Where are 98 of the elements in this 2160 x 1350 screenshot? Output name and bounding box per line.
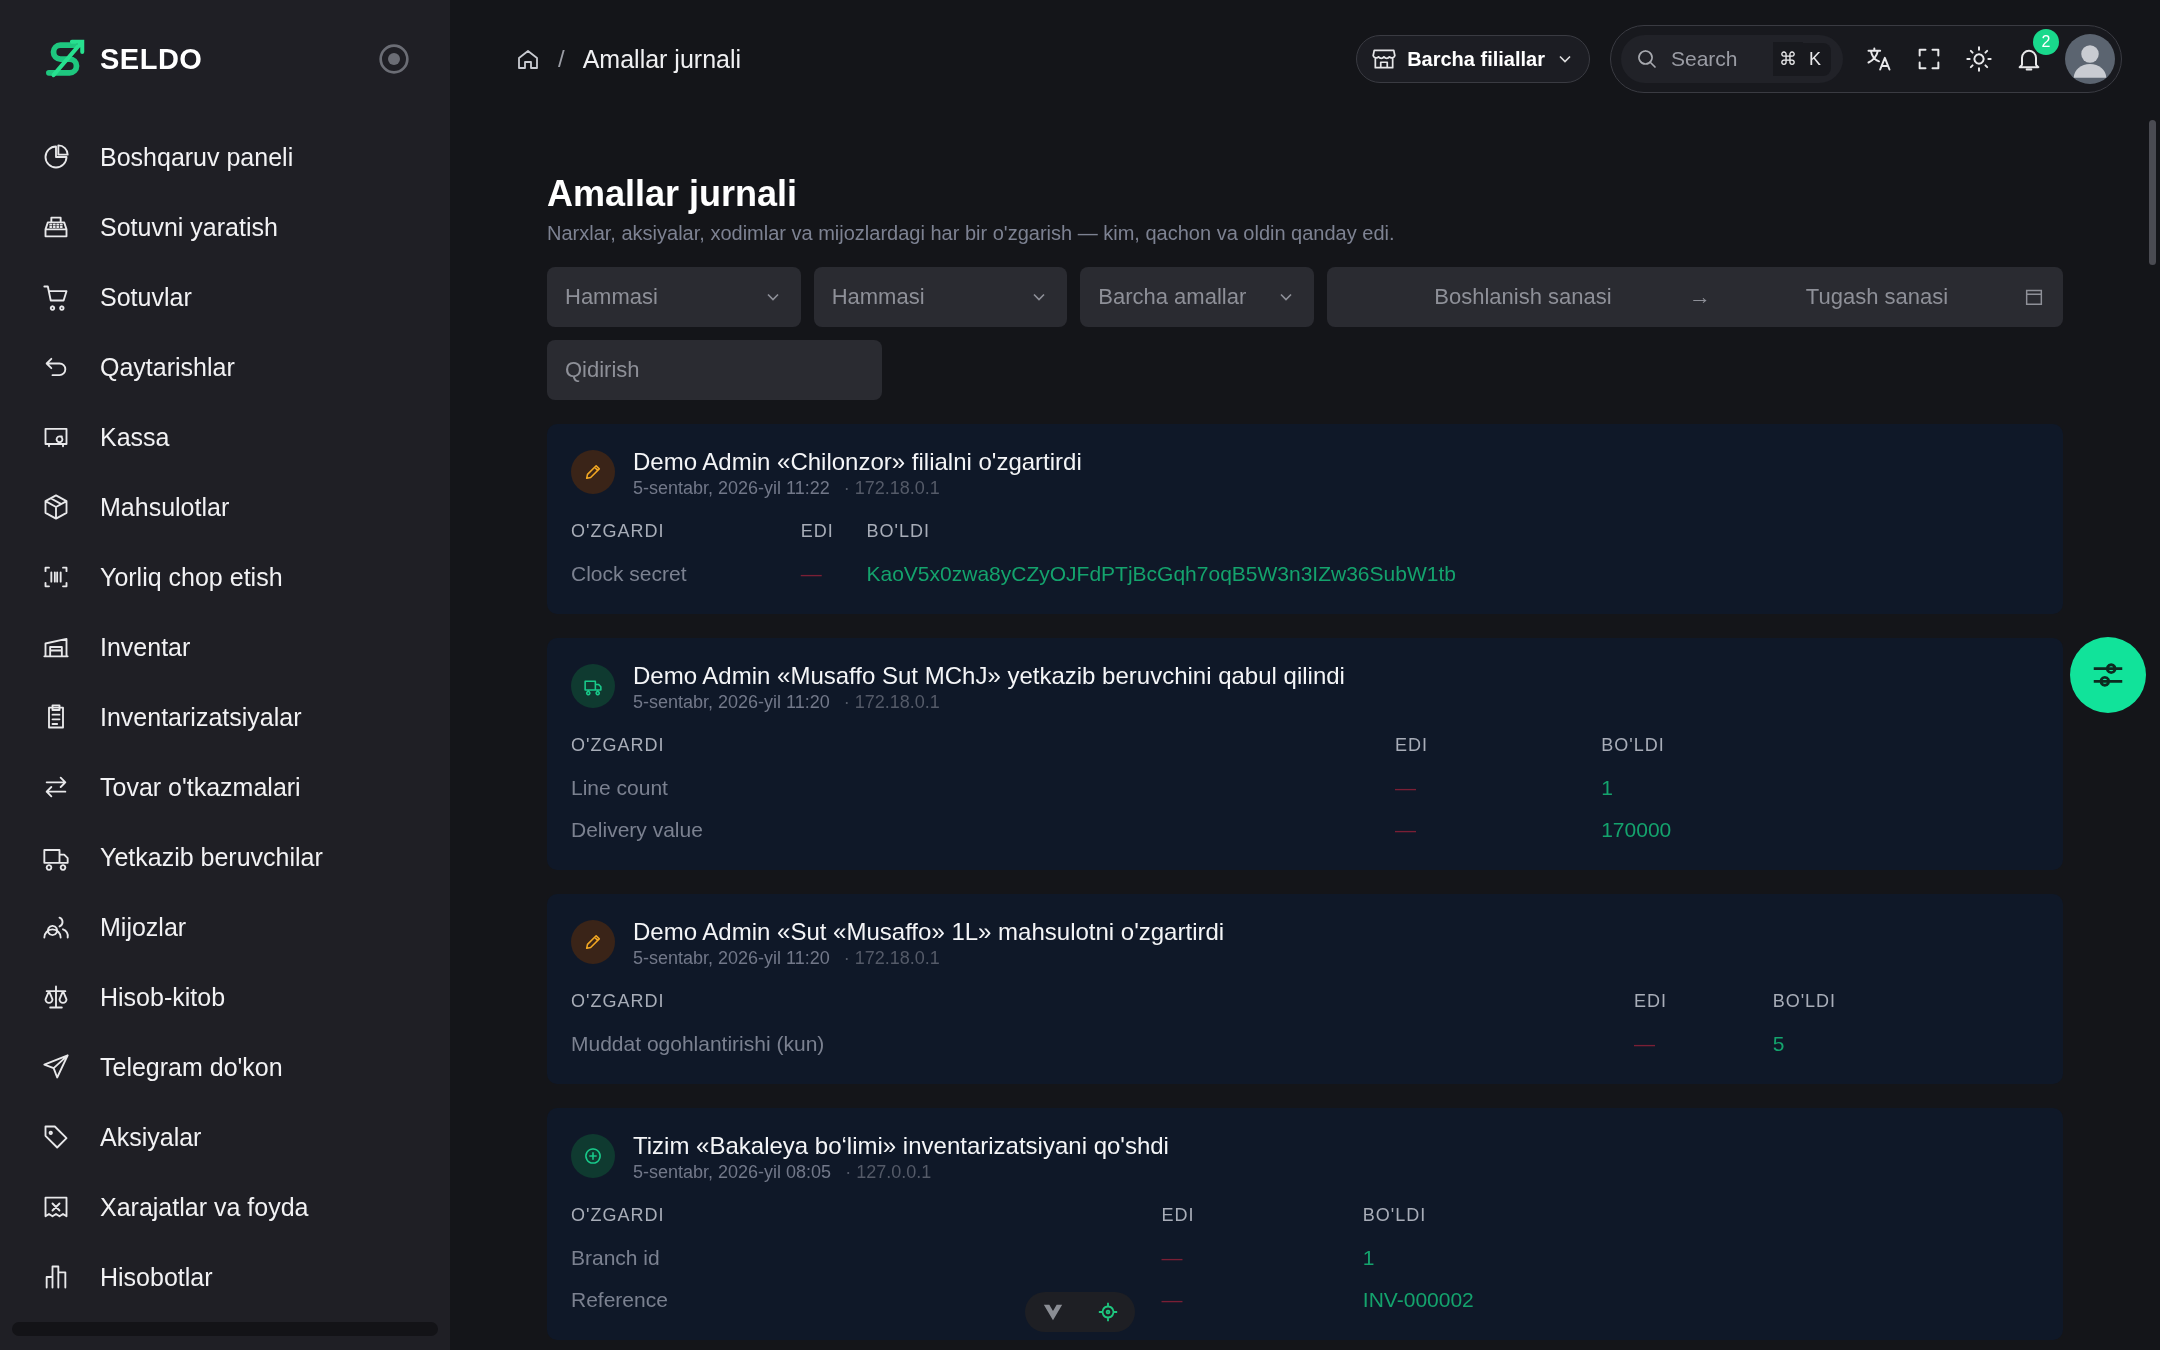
filter-select[interactable]: Hammasi [813, 267, 1068, 327]
sidebar-item[interactable]: Telegram do'kon [42, 1032, 450, 1102]
column-header: BO'LDI [866, 520, 931, 543]
old-value-cell: — [1634, 1022, 1773, 1064]
devtools-pill[interactable] [1025, 1292, 1135, 1332]
shortcut-key: ⌘ [1773, 42, 1803, 76]
column-header: O'ZGARDI [571, 990, 666, 1013]
breadcrumb-current: Amallar jurnali [582, 44, 742, 74]
new-value-cell-text: INV-000002 [1362, 1287, 1475, 1313]
column-header: O'ZGARDI [571, 520, 666, 543]
tag-icon [42, 1123, 70, 1151]
branch-selector[interactable]: Barcha filiallar [1356, 35, 1590, 83]
sidebar-item[interactable]: Inventar [42, 612, 450, 682]
breadcrumb-separator: / [558, 45, 565, 73]
sidebar-item[interactable]: Mahsulotlar [42, 472, 450, 542]
sidebar-item[interactable]: Mijozlar [42, 892, 450, 962]
column-header: BO'LDI [1362, 1204, 1428, 1227]
entry-title: Demo Admin «Chilonzor» filialni o'zgartirdi [633, 447, 1082, 477]
sidebar-item[interactable]: Tovar o'tkazmalari [42, 752, 450, 822]
search-icon [1635, 47, 1659, 71]
pie-chart-icon [42, 143, 70, 171]
sidebar-item[interactable]: Hisob-kitob [42, 962, 450, 1032]
home-icon[interactable] [516, 47, 540, 71]
sidebar-item[interactable]: Xarajatlar va foyda [42, 1172, 450, 1242]
end-date-field[interactable]: Tugash sanasi [1731, 283, 2023, 311]
page-subtitle: Narxlar, aksiyalar, xodimlar va mijozlardagi har bir o'zgarish — kim, qachon va oldin qanday edi. [547, 222, 1396, 245]
search-input[interactable]: Search [1669, 46, 1763, 72]
truck-icon [571, 664, 615, 708]
sidebar-item[interactable]: Boshqaruv paneli [42, 122, 450, 192]
filter-select[interactable]: Barcha amallar [1080, 267, 1314, 327]
entry-title: Demo Admin «Sut «Musaffo» 1L» mahsulotni o'zgartirdi [633, 917, 1225, 947]
old-value-cell-text: — [1394, 775, 1417, 801]
entry-title: Tizim «Bakaleya bo‘limi» inventarizatsiyani qo'shdi [633, 1131, 1169, 1161]
sidebar-item[interactable]: Inventarizatsiyalar [42, 682, 450, 752]
crosshair-icon [1096, 1301, 1119, 1323]
brand-name: SELDO [100, 42, 203, 76]
field-label: Line count [571, 776, 668, 799]
column-header: EDI [1394, 734, 1429, 757]
new-value-cell-text: 1 [1362, 1245, 1376, 1271]
old-value-cell-text: — [1394, 817, 1417, 843]
entry-date: 5-sentabr, 2026-yil 11:20 [633, 948, 830, 969]
plus-circle-icon [571, 1134, 615, 1178]
start-date-field[interactable]: Boshlanish sanasi [1377, 283, 1669, 311]
search-field[interactable]: Qidirish [547, 340, 882, 400]
sidebar-item[interactable]: Qaytarishlar [42, 332, 450, 402]
entry-ip: · 127.0.0.1 [845, 1162, 932, 1183]
translate-icon[interactable] [1865, 45, 1893, 73]
sidebar-item[interactable]: Kassa [42, 402, 450, 472]
entry-date: 5-sentabr, 2026-yil 08:05 [633, 1162, 832, 1183]
entry-ip: · 172.18.0.1 [843, 948, 940, 969]
entry-ip: · 172.18.0.1 [843, 692, 940, 713]
field-label: Delivery value [571, 818, 703, 841]
old-value-cell-text: — [1161, 1287, 1184, 1313]
field-label: Muddat ogohlantirishi (kun) [571, 1032, 825, 1055]
field-label: Reference [571, 1288, 668, 1311]
sidebar-item[interactable]: Aksiyalar [42, 1102, 450, 1172]
notification-badge: 2 [2033, 29, 2059, 55]
sidebar-item[interactable]: Hisobotlar [42, 1242, 450, 1312]
sidebar-item[interactable]: Sotuvni yaratish [42, 192, 450, 262]
sidebar-item[interactable]: Sotuvlar [42, 262, 450, 332]
sidebar-item[interactable]: Yetkazib beruvchilar [42, 822, 450, 892]
column-header: O'ZGARDI [571, 1204, 666, 1227]
sidebar-item[interactable]: Yorliq chop etish [42, 542, 450, 612]
column-header: EDI [1634, 990, 1669, 1013]
cart-icon [42, 283, 70, 311]
scrollbar[interactable] [2149, 120, 2156, 265]
entry-date: 5-sentabr, 2026-yil 11:22 [633, 478, 830, 499]
filter-select[interactable]: Hammasi [547, 267, 801, 327]
pencil-icon [571, 920, 615, 964]
new-value-cell-text: 170000 [1601, 817, 1673, 843]
entry-date: 5-sentabr, 2026-yil 11:20 [633, 692, 830, 713]
field-label: Branch id [571, 1246, 660, 1269]
paper-plane-icon [42, 1053, 70, 1081]
scale-icon [42, 983, 70, 1011]
column-header: EDI [1161, 1204, 1196, 1227]
sun-icon[interactable] [1965, 45, 1993, 73]
page-title: Amallar jurnali [547, 172, 799, 216]
column-header: BO'LDI [1772, 990, 1838, 1013]
new-value-cell-text: 1 [1601, 775, 1614, 801]
store-icon [1371, 46, 1398, 72]
field-label: Clock secret [571, 562, 687, 585]
old-value-cell-text: — [800, 561, 823, 587]
box-icon [42, 493, 70, 521]
entry-ip: · 172.18.0.1 [843, 478, 940, 499]
date-range-field[interactable]: Boshlanish sanasi → Tugash sanasi [1327, 267, 2063, 327]
column-header: O'ZGARDI [571, 734, 666, 757]
shortcut-key: K [1803, 42, 1831, 76]
entry-title: Demo Admin «Musaffo Sut MChJ» yetkazib beruvchini qabul qilindi [633, 661, 1345, 691]
pencil-icon [571, 450, 615, 494]
search-bar[interactable]: Search ⌘ K [1621, 35, 1843, 83]
arrow-icon: → [1689, 284, 1711, 310]
old-value-cell-text: — [1161, 1245, 1184, 1271]
new-value-cell-text: KaoV5x0zwa8yCZyOJFdPTjBcGqh7oqB5W3n3IZw36SubW1tb [866, 561, 1457, 587]
column-header: EDI [800, 520, 835, 543]
avatar[interactable] [2065, 34, 2115, 84]
collapse-toggle-icon[interactable] [378, 43, 410, 75]
new-value-cell-text: 5 [1772, 1031, 1786, 1057]
column-header: BO'LDI [1601, 734, 1666, 757]
